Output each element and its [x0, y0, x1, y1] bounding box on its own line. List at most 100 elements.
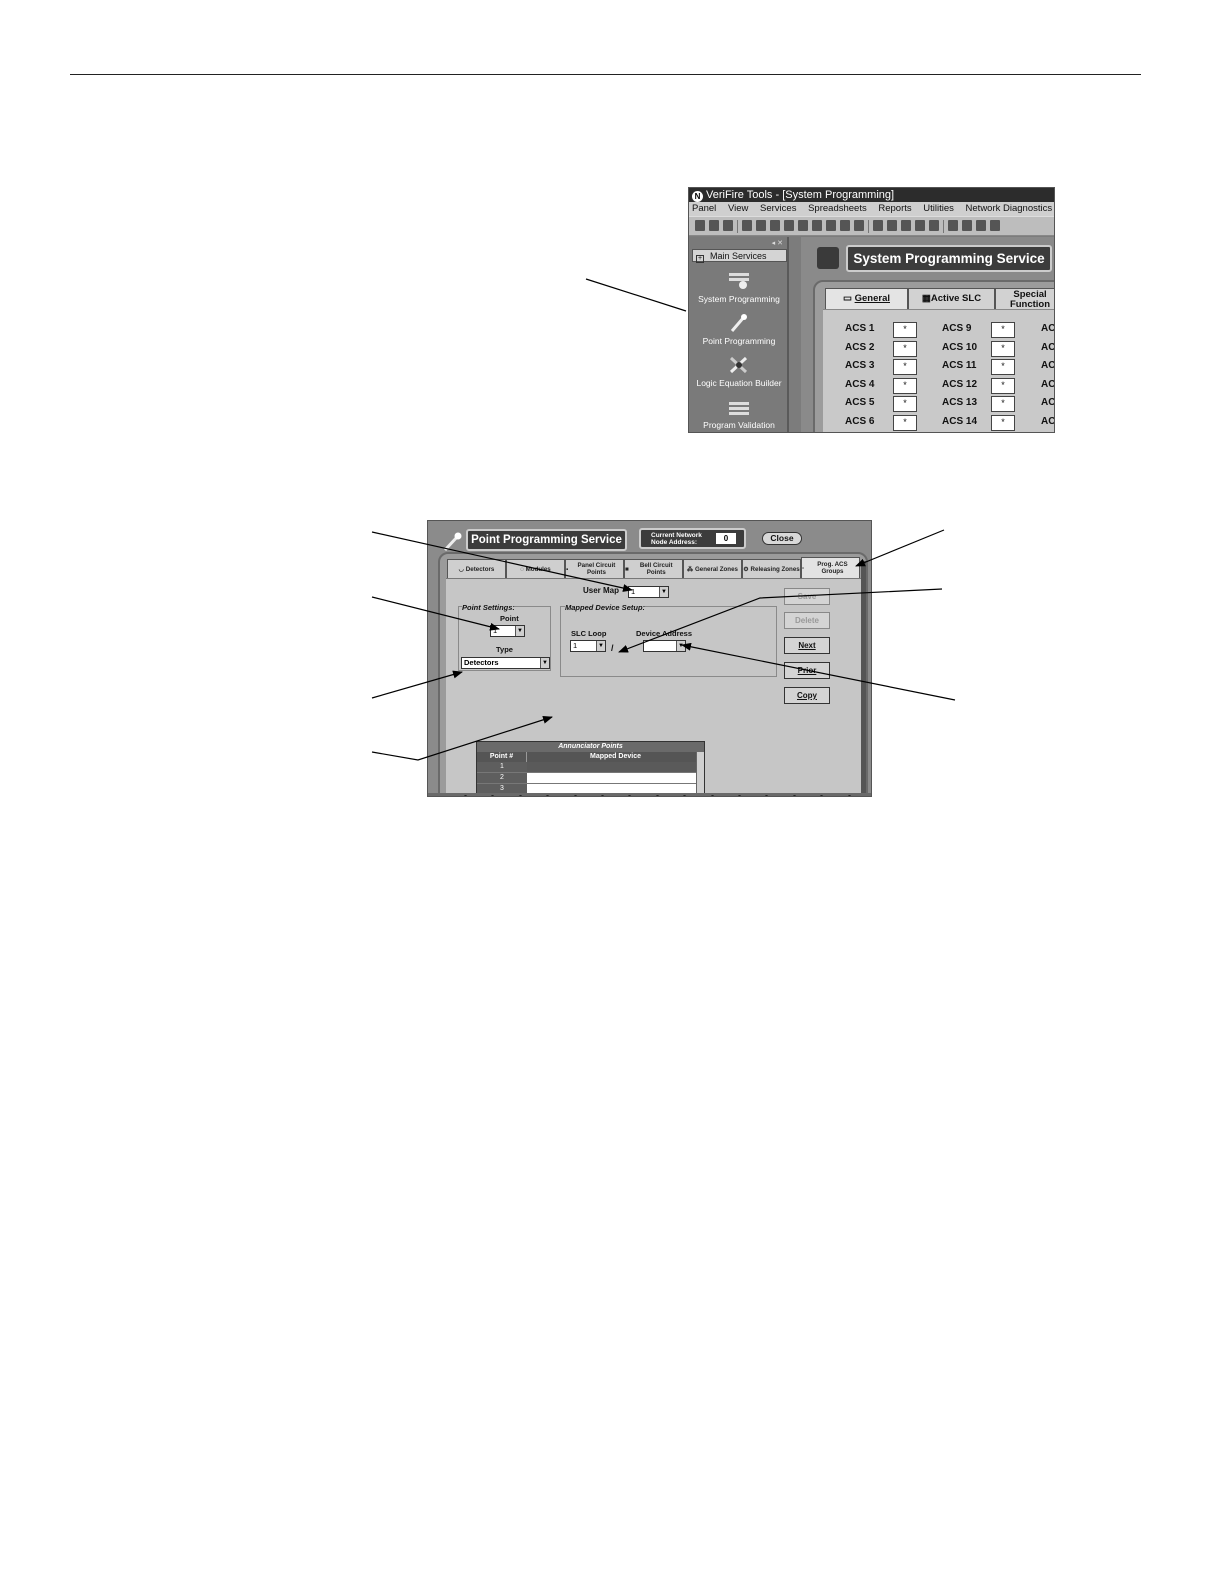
tab-detectors[interactable]: ◡ Detectors — [447, 559, 506, 578]
chevron-down-icon: ▼ — [676, 641, 685, 651]
table-row[interactable]: 2 — [477, 773, 704, 784]
mapped-device-cell[interactable] — [527, 773, 704, 783]
toolbar-button-icon[interactable] — [887, 220, 897, 231]
acs-value-field[interactable]: * — [991, 341, 1015, 357]
acs-grid: ACS 1 ACS 2 ACS 3 ACS 4 ACS 5 ACS 6 * * … — [823, 309, 1055, 432]
acs-value-field[interactable]: * — [893, 322, 917, 338]
menu-spreadsheets[interactable]: Spreadsheets — [808, 203, 867, 214]
acs-value-field[interactable]: * — [991, 415, 1015, 431]
toolbar-button-icon[interactable] — [915, 220, 925, 231]
acs-value-field[interactable]: * — [893, 378, 917, 394]
mapped-device-cell[interactable] — [527, 762, 704, 772]
menu-utilities[interactable]: Utilities — [923, 203, 954, 214]
annunciator-title: Annunciator Points — [477, 742, 704, 752]
acs-value-field[interactable]: * — [991, 396, 1015, 412]
node-address-panel: Current Network Node Address: 0 — [639, 528, 746, 549]
acs-value-field[interactable]: * — [893, 396, 917, 412]
menu-services[interactable]: Services — [760, 203, 796, 214]
type-select[interactable]: Detectors ▼ — [461, 657, 550, 669]
sidebar-controls-icon[interactable]: ◂ ✕ — [772, 239, 783, 247]
delete-button[interactable]: Delete — [784, 612, 830, 629]
acs-label: ACS 10 — [942, 342, 978, 353]
window-title: VeriFire Tools - [System Programming] — [706, 189, 895, 201]
toolbar-button-icon[interactable] — [770, 220, 780, 231]
logic-equation-icon — [729, 356, 748, 374]
sidebar-item-point-programming[interactable]: Point Programming — [689, 313, 789, 346]
save-button[interactable]: Save — [784, 588, 830, 605]
toolbar-button-icon[interactable] — [976, 220, 986, 231]
toolbar-separator — [943, 220, 944, 233]
point-select[interactable]: 1 ▼ — [490, 625, 525, 637]
tab-general-zones[interactable]: ⁂ General Zones — [683, 559, 742, 578]
tab-prog-acs-groups[interactable]: ▫ Prog. ACS Groups — [801, 557, 860, 578]
prior-button[interactable]: Prior — [784, 662, 830, 679]
table-header: Point # Mapped Device — [477, 752, 704, 762]
point-value: 1 — [493, 626, 498, 635]
toolbar-button-icon[interactable] — [873, 220, 883, 231]
acs-value-field[interactable]: * — [991, 322, 1015, 338]
sidebar-item-system-programming[interactable]: System Programming — [689, 271, 789, 304]
toolbar-button-icon[interactable] — [742, 220, 752, 231]
tab-releasing-zones[interactable]: ⚙ Releasing Zones — [742, 559, 801, 578]
copy-button[interactable]: Copy — [784, 687, 830, 704]
acs-label-partial: AC — [1041, 416, 1055, 427]
acs-value-field[interactable]: * — [991, 359, 1015, 375]
toolbar-button-icon[interactable] — [695, 220, 705, 231]
vertical-scrollbar[interactable] — [861, 561, 866, 796]
tab-panel-circuit-points[interactable]: ▪ Panel Circuit Points — [565, 559, 624, 578]
table-row[interactable]: 1 — [477, 762, 704, 773]
toolbar-button-icon[interactable] — [723, 220, 733, 231]
toolbar-separator — [868, 220, 869, 233]
point-number-cell: 2 — [477, 773, 527, 783]
toolbar-button-icon[interactable] — [812, 220, 822, 231]
tab-label: Prog. ACS Groups — [817, 561, 848, 575]
toolbar-button-icon[interactable] — [709, 220, 719, 231]
menu-panel[interactable]: Panel — [692, 203, 716, 214]
tab-bell-circuit-points[interactable]: ■ Bell Circuit Points — [624, 559, 683, 578]
sidebar-item-label: System Programming — [698, 294, 780, 304]
toolbar-button-icon[interactable] — [826, 220, 836, 231]
acs-value-field[interactable]: * — [893, 341, 917, 357]
service-banner: Point Programming Service — [466, 529, 627, 551]
tab-modules[interactable]: ◌ Modules — [506, 559, 565, 578]
next-button[interactable]: Next — [784, 637, 830, 654]
toolbar-button-icon[interactable] — [901, 220, 911, 231]
chevron-down-icon: ▼ — [540, 658, 549, 668]
point-number-cell: 1 — [477, 762, 527, 772]
decorative-dot — [655, 795, 659, 796]
device-address-select[interactable]: ▼ — [643, 640, 686, 652]
menu-network-diagnostics[interactable]: Network Diagnostics — [966, 203, 1053, 214]
bottom-border — [428, 793, 871, 796]
acs-label-partial: AC — [1041, 360, 1055, 371]
acs-value-field[interactable]: * — [893, 359, 917, 375]
toolbar-button-icon[interactable] — [798, 220, 808, 231]
top-rule — [70, 74, 1141, 75]
menu-reports[interactable]: Reports — [878, 203, 911, 214]
acs-value-field[interactable]: * — [893, 415, 917, 431]
user-map-select[interactable]: 1 ▼ — [628, 586, 669, 598]
toolbar-button-icon[interactable] — [784, 220, 794, 231]
toolbar-button-icon[interactable] — [990, 220, 1000, 231]
pin-icon[interactable]: + — [696, 255, 704, 263]
sidebar-item-label: Logic Equation Builder — [696, 378, 782, 388]
tab-label: Detectors — [465, 565, 495, 573]
sidebar-item-logic-equation-builder[interactable]: Logic Equation Builder — [689, 355, 789, 388]
toolbar-button-icon[interactable] — [854, 220, 864, 231]
toolbar-button-icon[interactable] — [962, 220, 972, 231]
table-scrollbar[interactable] — [696, 752, 704, 796]
slc-loop-select[interactable]: 1 ▼ — [570, 640, 606, 652]
toolbar-button-icon[interactable] — [756, 220, 766, 231]
annunciator-points-table: Annunciator Points Point # Mapped Device… — [476, 741, 705, 796]
toolbar-button-icon[interactable] — [948, 220, 958, 231]
tab-active-slc-loops[interactable]: ▦Active SLC Loops — [908, 288, 995, 324]
tab-special-function[interactable]: Special Function — [995, 288, 1054, 310]
menu-view[interactable]: View — [728, 203, 748, 214]
acs-value-field[interactable]: * — [991, 378, 1015, 394]
tab-label: Panel Circuit Points — [577, 562, 616, 576]
toolbar-button-icon[interactable] — [840, 220, 850, 231]
tab-general[interactable]: ▭ General — [825, 288, 908, 310]
close-button[interactable]: Close — [762, 532, 802, 545]
sidebar-item-program-validation[interactable]: Program Validation — [689, 397, 789, 430]
node-address-field[interactable]: 0 — [716, 533, 736, 544]
toolbar-button-icon[interactable] — [929, 220, 939, 231]
